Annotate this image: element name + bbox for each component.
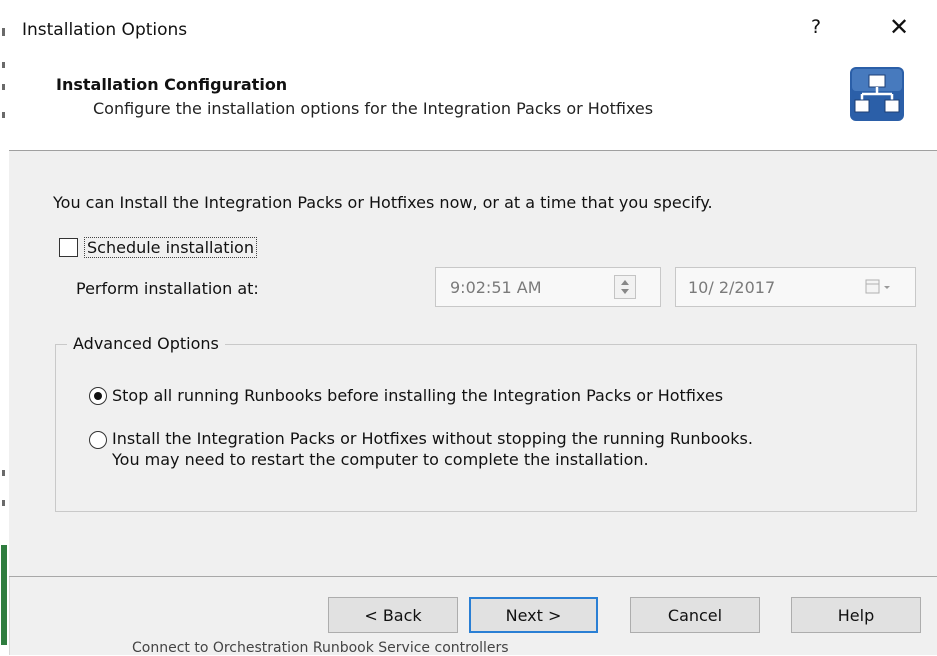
stop-runbooks-radio[interactable] (89, 387, 107, 405)
date-picker[interactable]: 10/ 2/2017 (675, 267, 916, 307)
time-picker[interactable]: 9:02:51 AM (435, 267, 661, 307)
perform-installation-label: Perform installation at: (76, 279, 259, 298)
schedule-installation-checkbox[interactable] (59, 237, 78, 257)
help-question-icon[interactable]: ? (811, 16, 821, 38)
install-without-stopping-radio[interactable] (89, 431, 107, 449)
time-value[interactable]: 9:02:51 AM (450, 278, 542, 297)
schedule-installation-label[interactable]: Schedule installation (84, 236, 257, 258)
network-topology-icon (850, 67, 904, 121)
spin-down-icon[interactable] (621, 289, 629, 294)
restart-note-label: You may need to restart the computer to … (112, 450, 649, 469)
advanced-options-legend: Advanced Options (67, 334, 225, 353)
install-without-stopping-label[interactable]: Install the Integration Packs or Hotfixe… (112, 428, 753, 449)
time-spinner[interactable] (614, 275, 636, 299)
intro-text: You can Install the Integration Packs or… (53, 193, 713, 212)
title-bar: Installation Options ? ✕ (9, 0, 937, 58)
calendar-dropdown-icon[interactable] (864, 278, 894, 296)
header-title: Installation Configuration (56, 75, 288, 94)
close-icon[interactable]: ✕ (889, 13, 909, 41)
schedule-installation-row[interactable]: Schedule installation (59, 236, 257, 258)
header-subtitle: Configure the installation options for t… (93, 99, 654, 118)
date-value[interactable]: 10/ 2/2017 (688, 278, 775, 297)
wizard-header: Installation Configuration Configure the… (9, 58, 937, 151)
back-button[interactable]: < Back (328, 597, 458, 633)
window-title: Installation Options (22, 20, 188, 40)
wizard-body: You can Install the Integration Packs or… (9, 151, 937, 576)
cancel-button[interactable]: Cancel (630, 597, 760, 633)
footer-divider (9, 576, 937, 577)
next-button[interactable]: Next > (469, 597, 598, 633)
background-window-text: Connect to Orchestration Runbook Service… (132, 640, 509, 656)
help-button[interactable]: Help (791, 597, 921, 633)
spin-up-icon[interactable] (621, 280, 629, 285)
stop-runbooks-label[interactable]: Stop all running Runbooks before install… (112, 385, 723, 406)
installation-options-dialog: Installation Options ? ✕ Installation Co… (0, 0, 937, 656)
